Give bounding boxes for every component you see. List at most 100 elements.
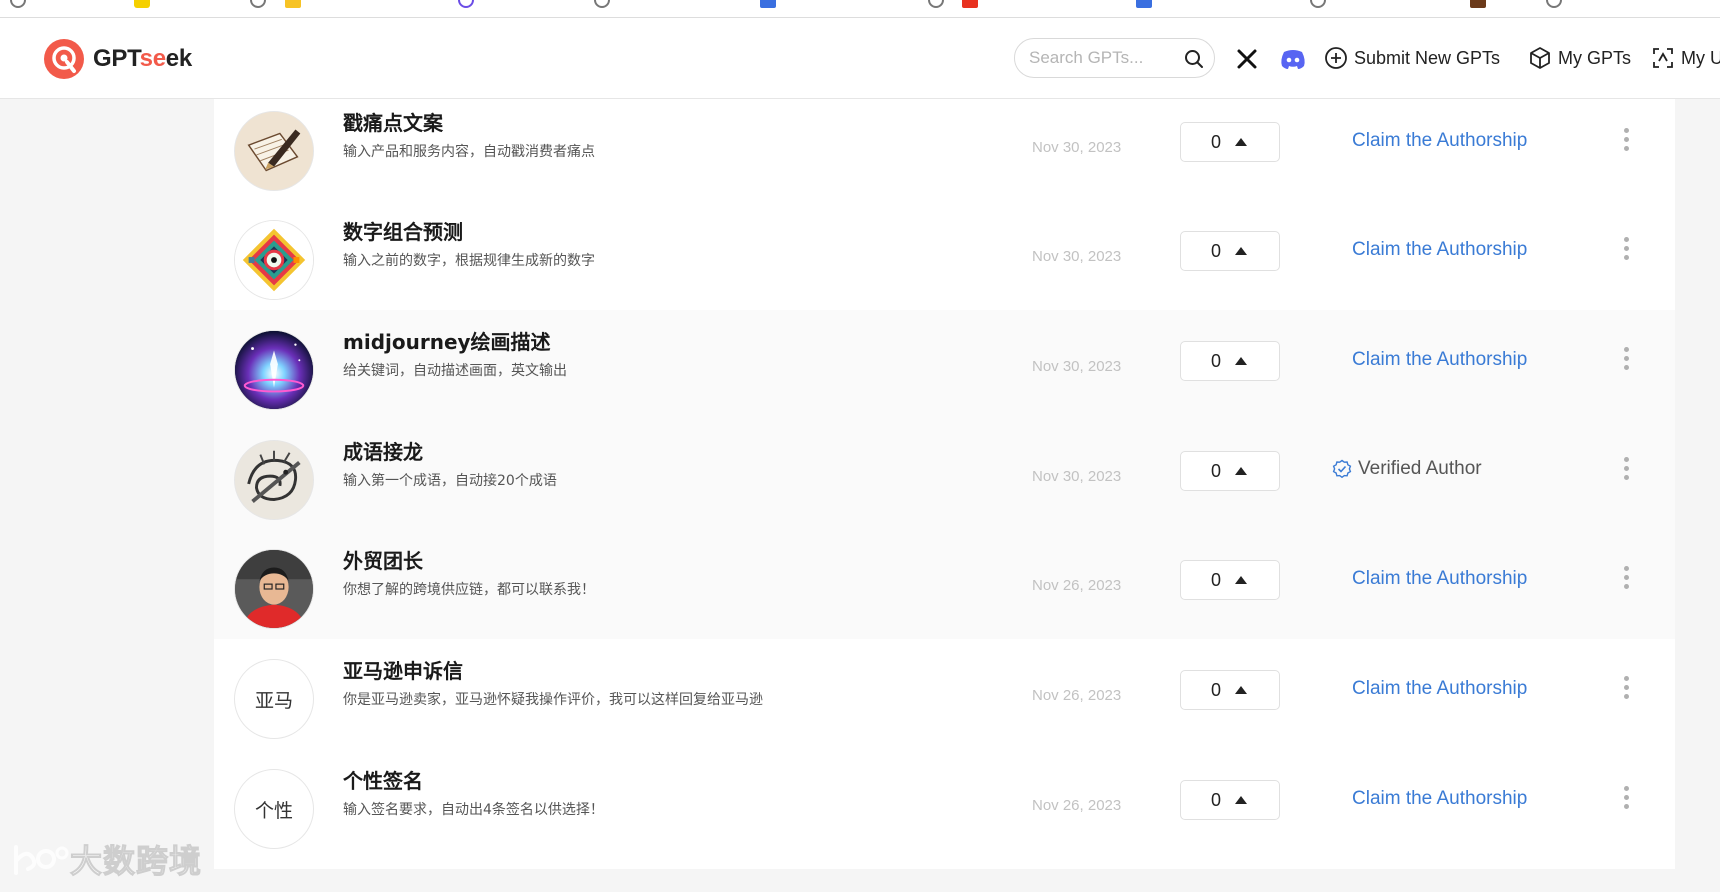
upvote-button[interactable]: 0 [1180,122,1280,162]
more-options-icon[interactable] [1622,566,1630,592]
pen-paper-icon [235,112,313,190]
verified-author-label: Verified Author [1358,458,1482,479]
upvote-arrow-icon [1235,247,1248,255]
bookmark-icon[interactable] [760,0,776,8]
upvote-arrow-icon [1235,467,1248,475]
upvote-button[interactable]: 0 [1180,560,1280,600]
upvote-arrow-icon [1235,576,1248,584]
gpt-date: Nov 30, 2023 [1032,358,1122,375]
upvote-button[interactable]: 0 [1180,341,1280,381]
avatar-initials: 亚马 [254,689,293,712]
more-options-icon[interactable] [1622,786,1630,812]
gpt-title[interactable]: 成语接龙 [343,436,423,465]
search-box[interactable] [1014,38,1215,78]
upvote-button[interactable]: 0 [1180,670,1280,710]
upvote-arrow-icon [1235,686,1248,694]
bookmark-icon[interactable] [1136,0,1152,8]
claim-authorship-link[interactable]: Claim the Authorship [1352,678,1527,700]
bookmark-icon[interactable] [1546,0,1562,8]
bookmark-icon[interactable] [250,0,266,8]
gpt-avatar[interactable] [234,111,314,191]
upvote-button[interactable]: 0 [1180,451,1280,491]
gpt-title[interactable]: 数字组合预测 [343,216,463,245]
vote-count: 0 [1211,569,1222,590]
upvote-button[interactable]: 0 [1180,231,1280,271]
bookmark-icon[interactable] [134,0,150,8]
upvote-arrow-icon [1235,357,1248,365]
discord-icon[interactable] [1280,48,1306,70]
gpt-description: 输入之前的数字，根据规律生成新的数字 [343,253,595,269]
gpt-avatar[interactable] [234,440,314,520]
my-u-link[interactable]: My U [1651,46,1720,70]
dragon-sketch-icon [235,441,313,519]
cosmic-figure-icon [235,331,313,409]
bookmark-icon[interactable] [928,0,944,8]
upvote-arrow-icon [1235,138,1248,146]
gpt-row[interactable]: 成语接龙 输入第一个成语，自动接20个成语 Nov 30, 2023 0 Ver… [214,420,1675,540]
box-icon [1530,47,1550,69]
site-logo[interactable]: GPTseek [43,38,192,80]
gpt-date: Nov 26, 2023 [1032,687,1122,704]
bookmark-icon[interactable] [1470,0,1486,8]
site-header: GPTseek Submit New GPTs My GPTs [0,18,1720,99]
gpt-row[interactable]: 亚马 亚马逊申诉信 你是亚马逊卖家，亚马逊怀疑我操作评价，我可以这样回复给亚马逊… [214,639,1675,759]
gpt-list: 戳痛点文案 输入产品和服务内容，自动戳消费者痛点 Nov 30, 2023 0 … [214,99,1675,892]
gpt-row[interactable]: 个性 个性签名 输入签名要求，自动出4条签名以供选择！ Nov 26, 2023… [214,749,1675,869]
gpt-title[interactable]: midjourney绘画描述 [343,326,551,355]
gpt-row[interactable]: 数字组合预测 输入之前的数字，根据规律生成新的数字 Nov 30, 2023 0… [214,200,1675,320]
scan-icon [1653,48,1673,68]
colorful-pattern-icon [235,221,313,299]
bookmark-icon[interactable] [458,0,474,8]
plus-circle-icon [1325,47,1347,69]
bookmark-icon[interactable] [10,0,26,8]
gpt-avatar[interactable] [234,220,314,300]
vote-count: 0 [1211,350,1222,371]
my-gpts-link[interactable]: My GPTs [1528,46,1631,70]
verified-badge-icon [1332,459,1352,479]
gpt-date: Nov 30, 2023 [1032,468,1122,485]
upvote-button[interactable]: 0 [1180,780,1280,820]
gpt-title[interactable]: 亚马逊申诉信 [343,655,463,684]
claim-authorship-link[interactable]: Claim the Authorship [1352,349,1527,371]
gpt-row[interactable]: 戳痛点文案 输入产品和服务内容，自动戳消费者痛点 Nov 30, 2023 0 … [214,99,1675,211]
watermark-logo-icon [14,845,69,875]
gpt-title[interactable]: 戳痛点文案 [343,107,443,136]
vote-count: 0 [1211,131,1222,152]
search-icon[interactable] [1184,49,1204,69]
bookmark-icon[interactable] [1310,0,1326,8]
gpt-title[interactable]: 外贸团长 [343,545,423,574]
gpt-row[interactable]: 外贸团长 你想了解的跨境供应链，都可以联系我！ Nov 26, 2023 0 C… [214,529,1675,649]
gpt-date: Nov 30, 2023 [1032,248,1122,265]
gpt-date: Nov 26, 2023 [1032,577,1122,594]
more-options-icon[interactable] [1622,676,1630,702]
more-options-icon[interactable] [1622,237,1630,263]
x-twitter-icon[interactable] [1236,48,1258,70]
bookmark-icon[interactable] [285,0,301,8]
gpt-avatar[interactable]: 个性 [234,769,314,849]
search-input[interactable] [1029,47,1179,69]
gpt-description: 你想了解的跨境供应链，都可以联系我！ [343,582,595,598]
logo-icon [44,39,84,79]
gpt-description: 输入第一个成语，自动接20个成语 [343,473,557,489]
gpt-avatar[interactable] [234,549,314,629]
gpt-date: Nov 26, 2023 [1032,797,1122,814]
bookmark-icon[interactable] [594,0,610,8]
bookmark-icon[interactable] [962,0,978,8]
more-options-icon[interactable] [1622,457,1630,483]
gpt-title[interactable]: 个性签名 [343,765,423,794]
gpt-avatar[interactable]: 亚马 [234,659,314,739]
vote-count: 0 [1211,679,1222,700]
upvote-arrow-icon [1235,796,1248,804]
claim-authorship-link[interactable]: Claim the Authorship [1352,239,1527,261]
bookmarks-bar [0,0,1720,18]
gpt-avatar[interactable] [234,330,314,410]
submit-new-gpts-link[interactable]: Submit New GPTs [1324,46,1500,70]
watermark-text: 大数跨境 [69,842,203,881]
more-options-icon[interactable] [1622,347,1630,373]
more-options-icon[interactable] [1622,128,1630,154]
claim-authorship-link[interactable]: Claim the Authorship [1352,568,1527,590]
vote-count: 0 [1211,789,1222,810]
claim-authorship-link[interactable]: Claim the Authorship [1352,130,1527,152]
claim-authorship-link[interactable]: Claim the Authorship [1352,788,1527,810]
gpt-row[interactable]: midjourney绘画描述 给关键词，自动描述画面，英文输出 Nov 30, … [214,310,1675,430]
